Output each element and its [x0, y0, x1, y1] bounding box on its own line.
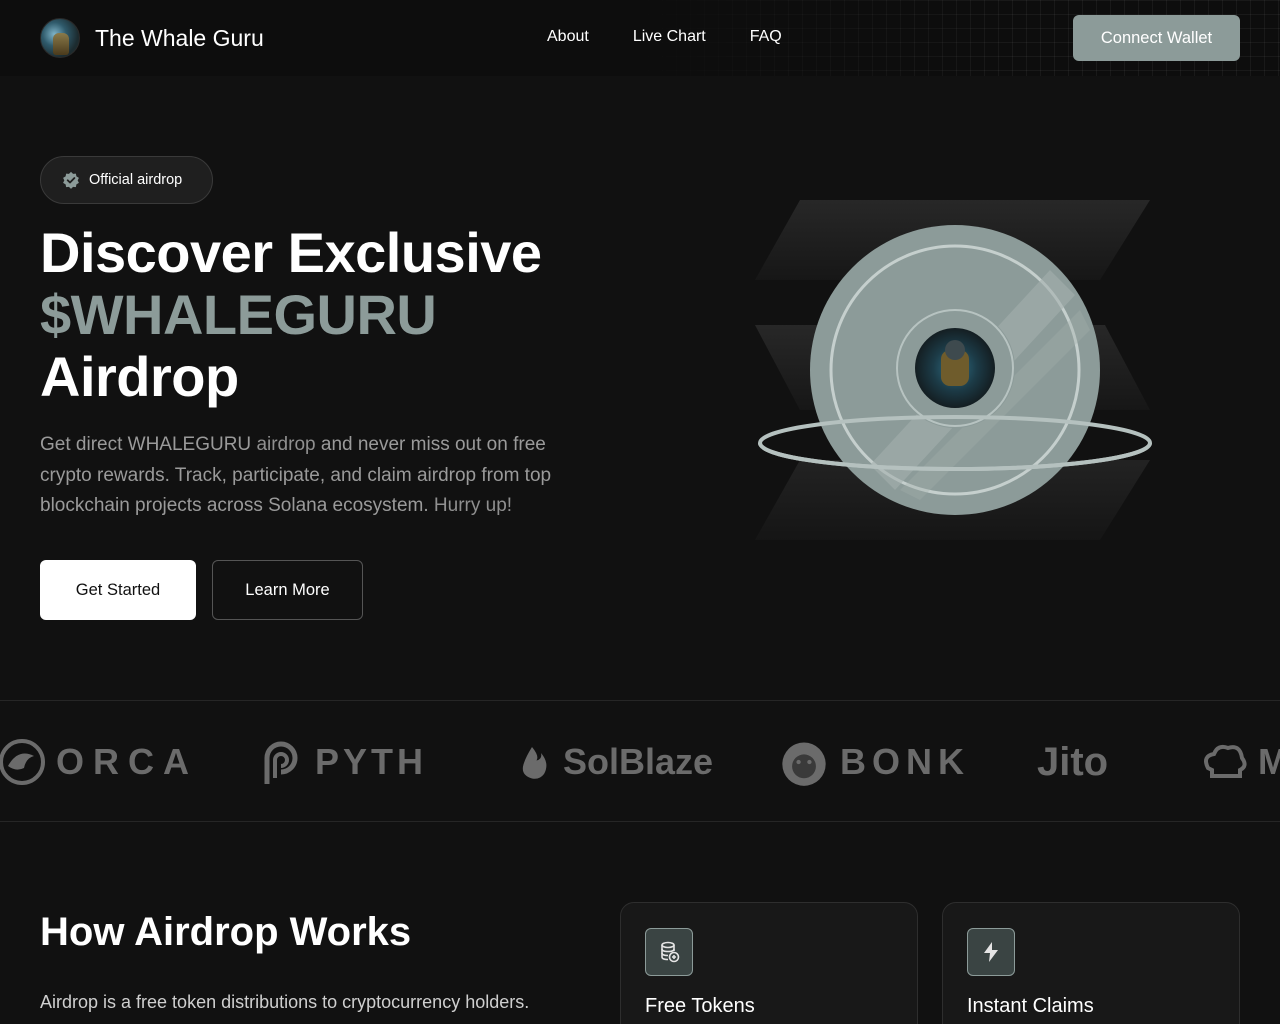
desc-part-a: Get direct WHALEGURU [40, 434, 252, 455]
partner-jito-label: Jito [1037, 739, 1109, 784]
lightning-icon [967, 928, 1015, 976]
brand-name: The Whale Guru [95, 24, 264, 51]
partner-solblaze-label: SolBlaze [563, 741, 714, 782]
nav-about[interactable]: About [547, 28, 589, 46]
badge-label: Official airdrop [89, 172, 183, 188]
hero-title: Discover Exclusive $WHALEGURU Airdrop [40, 222, 542, 408]
nav-live-chart[interactable]: Live Chart [633, 28, 706, 46]
feature-card-instant-claims[interactable]: Instant Claims [942, 902, 1240, 1024]
partner-orca-label: ORCA [56, 741, 198, 782]
brand-logo [40, 18, 80, 58]
hero-title-token: $WHALEGURU [40, 283, 437, 346]
partner-pyth-label: PYTH [315, 741, 428, 782]
desc-part-b: airdrop [256, 434, 316, 455]
partner-logos-strip: ORCA PYTH SolBlaze BONK Jito M [0, 700, 1280, 822]
solana-coin-graphic [755, 200, 1152, 540]
how-airdrop-works-description: Airdrop is a free token distributions to… [40, 992, 530, 1012]
learn-more-button[interactable]: Learn More [212, 560, 363, 620]
official-airdrop-badge: Official airdrop [40, 156, 213, 204]
how-airdrop-works-title: How Airdrop Works [40, 910, 412, 954]
hero-coin-illustration [750, 200, 1160, 560]
feature-card-free-tokens[interactable]: Free Tokens [620, 902, 918, 1024]
partner-next: M [1200, 734, 1280, 790]
main-nav: About Live Chart FAQ [547, 28, 826, 46]
partner-pyth: PYTH [257, 734, 427, 790]
bonk-dog-icon [782, 742, 826, 786]
orca-logo-icon [0, 739, 45, 785]
connect-wallet-button[interactable]: Connect Wallet [1073, 15, 1240, 61]
partner-bonk: BONK [778, 734, 970, 790]
site-header: The Whale Guru About Live Chart FAQ Conn… [0, 0, 1280, 76]
feature-card-title: Free Tokens [645, 995, 755, 1017]
verified-icon [63, 171, 79, 189]
hero-description: Get direct WHALEGURU airdrop and never m… [40, 430, 600, 522]
feature-card-title: Instant Claims [967, 995, 1094, 1017]
partner-jito: Jito [1037, 734, 1108, 790]
chef-hat-icon [1204, 744, 1247, 778]
partner-bonk-label: BONK [840, 741, 970, 782]
partner-next-label: M [1258, 741, 1280, 783]
partner-solblaze: SolBlaze [517, 734, 713, 790]
get-started-button[interactable]: Get Started [40, 560, 196, 620]
pyth-logo-icon [264, 741, 298, 784]
nav-faq[interactable]: FAQ [750, 28, 782, 46]
desc-part-d: Hurry up! [433, 495, 513, 516]
coins-icon [645, 928, 693, 976]
flame-icon [522, 747, 547, 779]
hero-title-line1: Discover Exclusive [40, 221, 542, 284]
brand[interactable]: The Whale Guru [40, 18, 264, 58]
partner-orca: ORCA [0, 734, 198, 790]
hero-title-line3: Airdrop [40, 345, 239, 408]
